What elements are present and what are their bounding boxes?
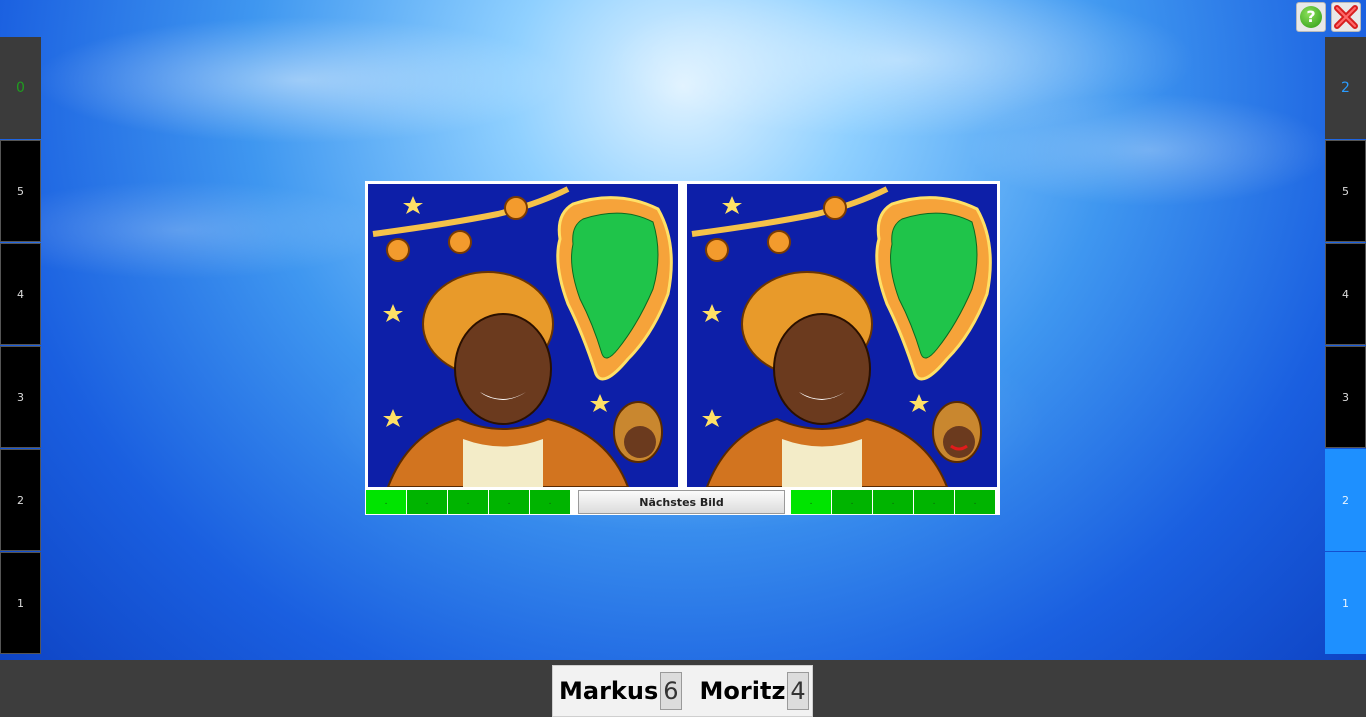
left-progress-segment: .: [366, 490, 406, 514]
player-1-name: Markus: [559, 677, 659, 705]
right-progress-bar: . . . . .: [791, 490, 996, 514]
left-level-3: 3: [0, 346, 41, 448]
game-board: . . . . . Nächstes Bild . . . . .: [365, 181, 1000, 515]
player-2-name: Moritz: [699, 677, 786, 705]
right-progress-segment: .: [791, 490, 831, 514]
right-level-2: 2: [1325, 449, 1366, 551]
right-progress-segment: .: [914, 490, 954, 514]
player-1-score: 6: [660, 672, 682, 710]
right-picture[interactable]: [687, 184, 997, 487]
left-picture-art: [368, 184, 678, 487]
left-picture[interactable]: [368, 184, 678, 487]
player-scoreboard: Markus 6 Moritz 4: [552, 665, 813, 717]
right-level-4: 4: [1325, 243, 1366, 345]
left-score: 0: [0, 37, 41, 139]
close-button[interactable]: [1331, 2, 1361, 32]
right-progress-segment: .: [955, 490, 995, 514]
left-level-1: 1: [0, 552, 41, 654]
left-player-column: 0 5 4 3 2 1: [0, 37, 41, 655]
close-icon: [1334, 5, 1358, 29]
left-level-4: 4: [0, 243, 41, 345]
next-picture-button[interactable]: Nächstes Bild: [578, 490, 785, 514]
right-level-3: 3: [1325, 346, 1366, 448]
right-score: 2: [1325, 37, 1366, 139]
right-progress-segment: .: [832, 490, 872, 514]
help-icon: ?: [1300, 6, 1322, 28]
left-progress-segment: .: [448, 490, 488, 514]
left-progress-bar: . . . . .: [366, 490, 571, 514]
left-progress-segment: .: [530, 490, 570, 514]
right-player-column: 2 5 4 3 2 1: [1325, 37, 1366, 655]
right-progress-segment: .: [873, 490, 913, 514]
left-progress-segment: .: [489, 490, 529, 514]
right-level-1: 1: [1325, 552, 1366, 654]
left-level-5: 5: [0, 140, 41, 242]
right-level-5: 5: [1325, 140, 1366, 242]
left-progress-segment: .: [407, 490, 447, 514]
left-level-2: 2: [0, 449, 41, 551]
player-2-score: 4: [787, 672, 809, 710]
help-button[interactable]: ?: [1296, 2, 1326, 32]
right-picture-art: [687, 184, 997, 487]
